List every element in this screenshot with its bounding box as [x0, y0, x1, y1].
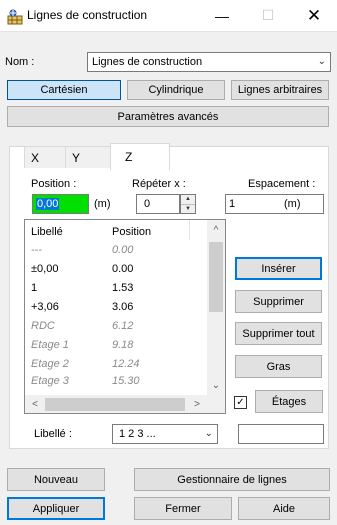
row-position: 0.00 — [112, 244, 134, 256]
repeter-value: 0 — [144, 198, 151, 210]
etages-button[interactable]: Étages — [255, 390, 323, 413]
table-row[interactable]: ±0,00 0.00 — [25, 260, 209, 278]
tab-y[interactable]: Y — [65, 146, 111, 168]
repeter-label: Répéter x : — [132, 178, 186, 190]
row-libelle: ±0,00 — [31, 263, 59, 275]
lignes-arbitraires-button[interactable]: Lignes arbitraires — [231, 80, 329, 100]
espacement-input[interactable]: 1 (m) — [225, 194, 324, 214]
lines-list[interactable]: Libellé Position --- 0.00 ±0,00 0.00 1 1.53… — [24, 219, 226, 414]
fermer-button[interactable]: Fermer — [134, 497, 232, 520]
inserer-button[interactable]: Insérer — [235, 257, 322, 280]
tab-x[interactable]: X — [24, 146, 66, 168]
supprimer-button[interactable]: Supprimer — [235, 290, 322, 313]
maximize-icon: ☐ — [261, 7, 275, 23]
chevron-down-icon: ⌄ — [204, 428, 213, 439]
spin-up-icon[interactable]: ▲ — [181, 195, 195, 204]
appliquer-button[interactable]: Appliquer — [7, 497, 105, 520]
espacement-value: 1 — [229, 198, 236, 210]
nom-value: Lignes de construction — [92, 56, 203, 68]
scroll-down-icon[interactable]: ⌄ — [208, 377, 224, 393]
row-position: 9.18 — [112, 339, 134, 351]
header-divider — [189, 220, 190, 240]
parametres-avances-button[interactable]: Paramètres avancés — [7, 106, 329, 127]
table-row[interactable]: Etage 2 12.24 — [25, 355, 209, 373]
row-libelle: +3,06 — [31, 301, 59, 313]
spin-down-icon[interactable]: ▼ — [181, 203, 195, 214]
row-libelle: Etage 1 — [31, 339, 69, 351]
gestionnaire-de-lignes-button[interactable]: Gestionnaire de lignes — [134, 468, 330, 491]
row-position: 0.00 — [112, 263, 134, 275]
table-row[interactable]: --- 0.00 — [25, 241, 209, 259]
row-position: 3.06 — [112, 301, 134, 313]
cylindrique-button[interactable]: Cylindrique — [127, 80, 225, 100]
table-row[interactable]: +3,06 3.06 — [25, 298, 209, 316]
supprimer-tout-button[interactable]: Supprimer tout — [235, 322, 322, 345]
gras-button[interactable]: Gras — [235, 355, 322, 378]
close-icon: ✕ — [306, 5, 322, 25]
libelle-label: Libellé : — [34, 428, 72, 440]
row-position: 6.12 — [112, 320, 134, 332]
scroll-corner — [207, 395, 225, 413]
maximize-button: ☐ — [245, 0, 291, 31]
row-libelle: Etage 3 — [31, 375, 69, 387]
nom-combo[interactable]: Lignes de construction ⌄ — [87, 52, 331, 72]
repeter-spinner[interactable]: ▲ ▼ — [180, 194, 196, 214]
table-row[interactable]: RDC 6.12 — [25, 317, 209, 335]
espacement-unit: (m) — [284, 198, 301, 210]
tab-z-label: Z — [125, 150, 133, 164]
column-header-position[interactable]: Position — [112, 226, 151, 238]
repeter-input[interactable]: 0 — [136, 194, 180, 214]
row-libelle: RDC — [31, 320, 55, 332]
row-libelle: Etage 2 — [31, 358, 69, 370]
close-button[interactable]: ✕ — [291, 0, 337, 31]
nom-label: Nom : — [5, 56, 35, 68]
minimize-icon: — — [215, 7, 229, 24]
tab-x-label: X — [31, 150, 40, 165]
position-unit: (m) — [94, 198, 111, 210]
tab-z[interactable]: Z — [110, 143, 170, 170]
grid-icon — [7, 9, 23, 25]
libelle-combo[interactable]: 1 2 3 ... ⌄ — [112, 424, 218, 444]
etages-checkbox[interactable]: ✓ — [234, 396, 247, 409]
row-libelle: 1 — [31, 282, 38, 294]
libelle-combo-value: 1 2 3 ... — [119, 428, 156, 440]
column-header-libelle[interactable]: Libellé — [31, 226, 63, 238]
scroll-up-icon[interactable]: ^ — [208, 222, 224, 238]
checkmark-icon: ✓ — [236, 396, 245, 408]
table-row[interactable]: Etage 3 15.30 — [25, 374, 209, 388]
nouveau-button[interactable]: Nouveau — [7, 468, 105, 491]
tab-y-label: Y — [72, 150, 81, 165]
scroll-left-icon[interactable]: < — [27, 396, 43, 412]
chevron-down-icon: ⌄ — [317, 56, 326, 67]
row-position: 1.53 — [112, 282, 134, 294]
aide-button[interactable]: Aide — [238, 497, 330, 520]
libelle-text-input[interactable] — [238, 424, 324, 444]
position-label: Position : — [31, 178, 77, 190]
title-divider — [0, 31, 337, 32]
window-title: Lignes de construction — [27, 8, 148, 22]
row-libelle: --- — [31, 244, 42, 256]
row-position: 12.24 — [112, 358, 140, 370]
position-input[interactable]: 0,00 — [32, 194, 89, 214]
table-row[interactable]: 1 1.53 — [25, 279, 209, 297]
horizontal-scroll-thumb[interactable] — [45, 398, 185, 411]
position-value: 0,00 — [36, 198, 60, 210]
table-row[interactable]: Etage 1 9.18 — [25, 336, 209, 354]
row-position: 15.30 — [112, 375, 140, 387]
cartesien-button[interactable]: Cartésien — [7, 80, 121, 100]
vertical-scroll-thumb[interactable] — [209, 242, 223, 312]
minimize-button[interactable]: — — [199, 0, 245, 31]
scroll-right-icon[interactable]: > — [189, 396, 205, 412]
espacement-label: Espacement : — [248, 178, 316, 190]
